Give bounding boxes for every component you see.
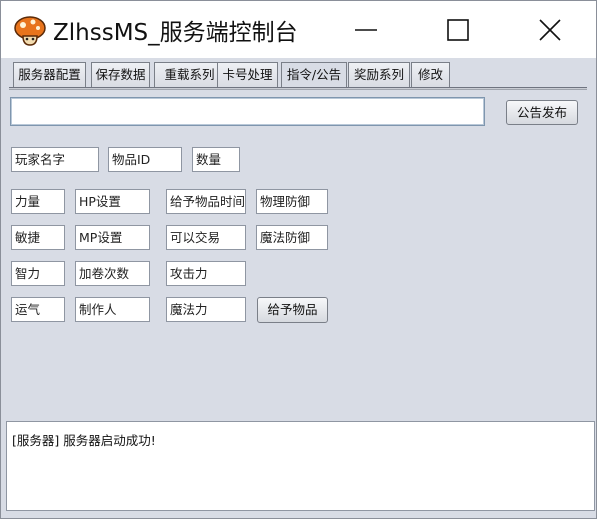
- mushroom-icon: [14, 16, 46, 46]
- window-title: ZlhssMS_服务端控制台: [53, 20, 298, 46]
- tab-modify[interactable]: 修改: [411, 62, 450, 87]
- app-window: ZlhssMS_服务端控制台 服务器配置 保存数据 重载系列 卡号处理 指令/公…: [0, 0, 597, 519]
- physical-defense-field[interactable]: 物理防御: [256, 189, 328, 214]
- give-item-button[interactable]: 给予物品: [257, 297, 328, 323]
- quantity-field[interactable]: 数量: [192, 147, 240, 172]
- maximize-button[interactable]: [411, 1, 503, 58]
- hp-setting-field[interactable]: HP设置: [75, 189, 150, 214]
- attack-field[interactable]: 攻击力: [166, 261, 246, 286]
- magic-defense-field[interactable]: 魔法防御: [256, 225, 328, 250]
- minimize-button[interactable]: [319, 1, 411, 58]
- scroll-count-field[interactable]: 加卷次数: [75, 261, 150, 286]
- tab-rewards-series[interactable]: 奖励系列: [348, 62, 410, 87]
- give-item-time-field[interactable]: 给予物品时间: [166, 189, 246, 214]
- server-log[interactable]: [服务器] 服务器启动成功!: [6, 421, 595, 511]
- announcement-input[interactable]: [10, 97, 485, 126]
- luck-field[interactable]: 运气: [11, 297, 65, 322]
- mp-setting-field[interactable]: MP设置: [75, 225, 150, 250]
- maximize-icon: [447, 19, 469, 41]
- creator-field[interactable]: 制作人: [75, 297, 150, 322]
- player-name-field[interactable]: 玩家名字: [11, 147, 99, 172]
- close-button[interactable]: [503, 1, 595, 58]
- publish-announcement-button[interactable]: 公告发布: [506, 100, 578, 125]
- title-bar[interactable]: ZlhssMS_服务端控制台: [1, 1, 596, 58]
- tab-divider: [9, 87, 587, 90]
- log-line: [服务器] 服务器启动成功!: [12, 433, 156, 448]
- tab-save-data[interactable]: 保存数据: [91, 62, 150, 87]
- minimize-icon: [355, 29, 377, 31]
- tab-reload-series[interactable]: 重载系列: [154, 62, 225, 87]
- close-icon: [539, 19, 561, 41]
- agility-field[interactable]: 敏捷: [11, 225, 65, 250]
- item-id-field[interactable]: 物品ID: [108, 147, 182, 172]
- tab-commands-announcements[interactable]: 指令/公告: [281, 62, 347, 88]
- tab-card-processing[interactable]: 卡号处理: [217, 62, 278, 87]
- intelligence-field[interactable]: 智力: [11, 261, 65, 286]
- tradable-field[interactable]: 可以交易: [166, 225, 246, 250]
- magic-attack-field[interactable]: 魔法力: [166, 297, 246, 322]
- strength-field[interactable]: 力量: [11, 189, 65, 214]
- tab-server-config[interactable]: 服务器配置: [13, 62, 86, 87]
